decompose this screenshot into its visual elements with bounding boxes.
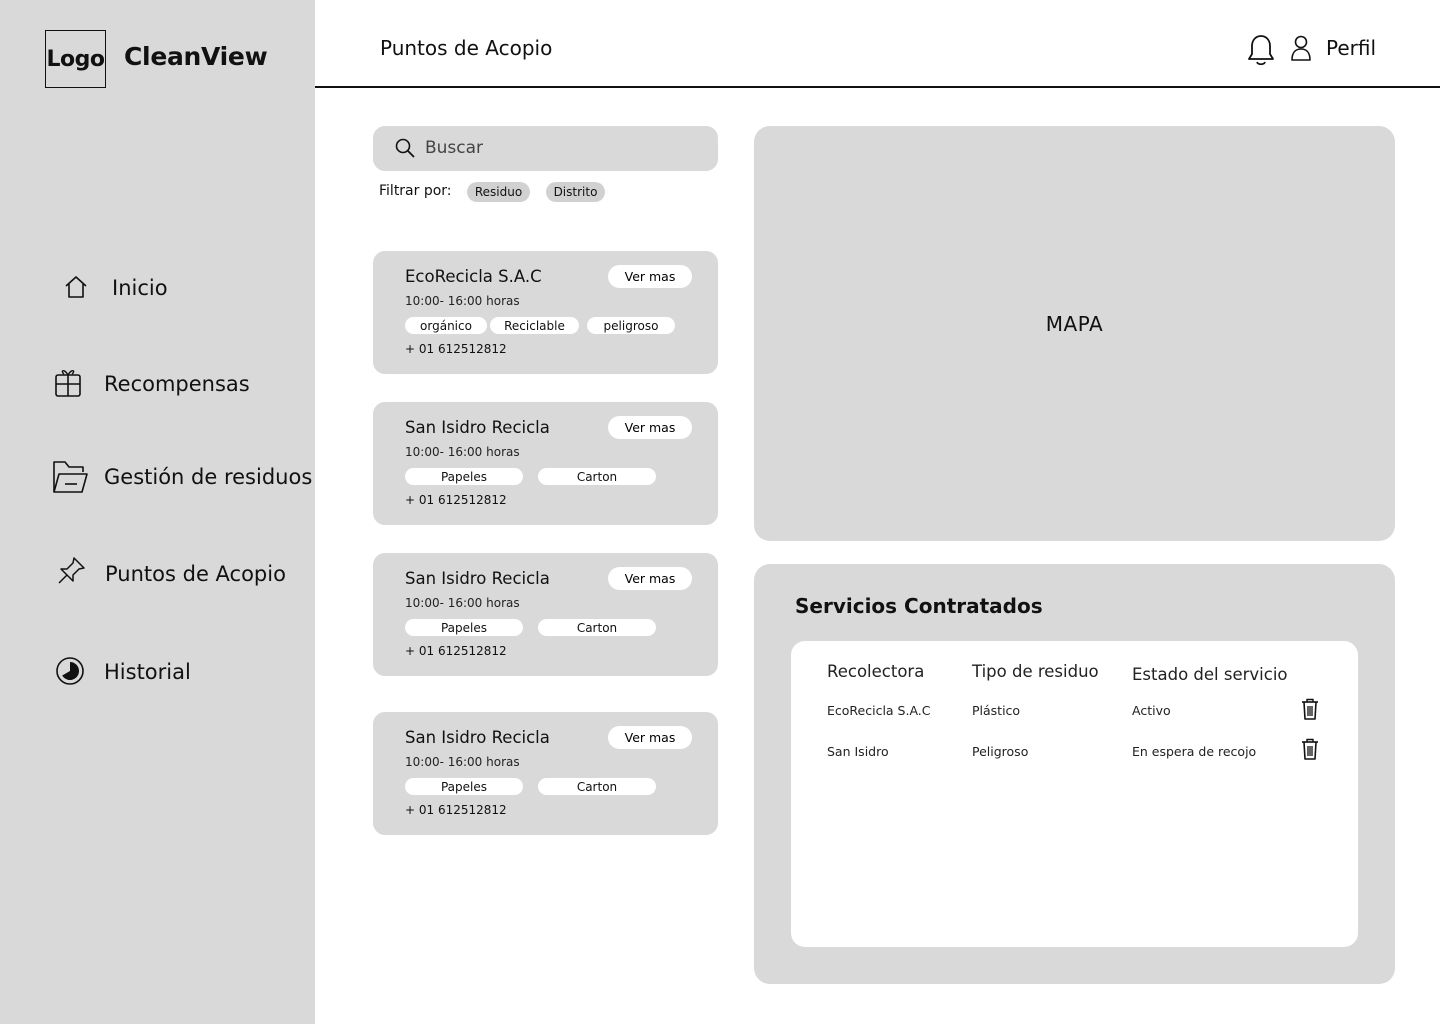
card-title: San Isidro Recicla: [405, 728, 550, 747]
profile-link[interactable]: Perfil: [1326, 36, 1376, 60]
sidebar-item-label: Gestión de residuos: [104, 465, 313, 489]
waste-tag: Reciclable: [490, 317, 579, 334]
sidebar-item-label: Historial: [104, 660, 191, 684]
history-icon: [56, 657, 84, 685]
card-hours: 10:00- 16:00 horas: [405, 755, 520, 769]
table-cell-status: Activo: [1132, 703, 1171, 718]
bell-icon[interactable]: [1247, 33, 1275, 67]
ver-mas-button[interactable]: Ver mas: [608, 567, 692, 590]
ver-mas-button[interactable]: Ver mas: [608, 416, 692, 439]
services-panel: Servicios Contratados Recolectora Tipo d…: [754, 564, 1395, 984]
services-table: Recolectora Tipo de residuo Estado del s…: [791, 641, 1358, 947]
collection-point-card: San Isidro Recicla Ver mas 10:00- 16:00 …: [373, 553, 718, 676]
sidebar-item-puntos-acopio[interactable]: Puntos de Acopio: [55, 555, 286, 591]
waste-tag: peligroso: [587, 317, 675, 334]
waste-tag: Carton: [538, 778, 656, 795]
table-cell-waste-type: Peligroso: [972, 744, 1029, 759]
ver-mas-button[interactable]: Ver mas: [608, 726, 692, 749]
table-cell-status: En espera de recojo: [1132, 744, 1257, 759]
sidebar-item-historial[interactable]: Historial: [55, 655, 215, 689]
filter-chip-distrito[interactable]: Distrito: [546, 182, 605, 202]
sidebar-item-inicio[interactable]: Inicio: [60, 272, 260, 306]
services-title: Servicios Contratados: [795, 594, 1043, 618]
card-hours: 10:00- 16:00 horas: [405, 294, 520, 308]
folder-icon: [53, 461, 88, 493]
waste-tag: Carton: [538, 468, 656, 485]
sidebar-item-label: Inicio: [112, 276, 168, 300]
pin-icon: [58, 557, 85, 584]
brand-name: CleanView: [124, 42, 268, 71]
search-bar[interactable]: [373, 126, 718, 171]
card-title: EcoRecicla S.A.C: [405, 267, 542, 286]
home-icon: [65, 276, 87, 298]
waste-tag: orgánico: [405, 317, 487, 334]
top-header: Puntos de Acopio Perfil: [315, 0, 1440, 88]
sidebar: Logo CleanView Inicio Recompensas Gestió…: [0, 0, 315, 1024]
waste-tag: Papeles: [405, 468, 523, 485]
gift-icon: [55, 370, 81, 397]
user-icon[interactable]: [1290, 35, 1312, 61]
trash-icon[interactable]: [1301, 698, 1319, 720]
page-title: Puntos de Acopio: [380, 36, 553, 60]
search-input[interactable]: [425, 134, 705, 162]
sidebar-item-recompensas[interactable]: Recompensas: [52, 366, 272, 402]
filter-chip-residuo[interactable]: Residuo: [467, 182, 530, 202]
waste-tag: Papeles: [405, 778, 523, 795]
card-phone: + 01 612512812: [405, 644, 507, 658]
card-hours: 10:00- 16:00 horas: [405, 596, 520, 610]
table-cell-waste-type: Plástico: [972, 703, 1021, 718]
collection-point-card: San Isidro Recicla Ver mas 10:00- 16:00 …: [373, 712, 718, 835]
table-cell-collector: EcoRecicla S.A.C: [827, 703, 931, 718]
collection-point-card: San Isidro Recicla Ver mas 10:00- 16:00 …: [373, 402, 718, 525]
search-icon: [395, 138, 415, 158]
logo: Logo: [45, 30, 106, 88]
trash-icon[interactable]: [1301, 738, 1319, 760]
sidebar-item-label: Recompensas: [104, 372, 250, 396]
card-phone: + 01 612512812: [405, 493, 507, 507]
column-header-tipo-residuo: Tipo de residuo: [972, 662, 1099, 681]
column-header-estado: Estado del servicio: [1132, 665, 1288, 684]
map-panel[interactable]: MAPA: [754, 126, 1395, 541]
column-header-recolectora: Recolectora: [827, 662, 925, 681]
map-label: MAPA: [1045, 312, 1104, 336]
filter-label: Filtrar por:: [379, 183, 452, 199]
sidebar-item-gestion-residuos[interactable]: Gestión de residuos: [51, 458, 312, 496]
waste-tag: Papeles: [405, 619, 523, 636]
waste-tag: Carton: [538, 619, 656, 636]
collection-point-card: EcoRecicla S.A.C Ver mas 10:00- 16:00 ho…: [373, 251, 718, 374]
card-phone: + 01 612512812: [405, 803, 507, 817]
card-hours: 10:00- 16:00 horas: [405, 445, 520, 459]
sidebar-item-label: Puntos de Acopio: [105, 562, 286, 586]
ver-mas-button[interactable]: Ver mas: [608, 265, 692, 288]
card-title: San Isidro Recicla: [405, 418, 550, 437]
table-cell-collector: San Isidro: [827, 744, 889, 759]
card-title: San Isidro Recicla: [405, 569, 550, 588]
card-phone: + 01 612512812: [405, 342, 507, 356]
